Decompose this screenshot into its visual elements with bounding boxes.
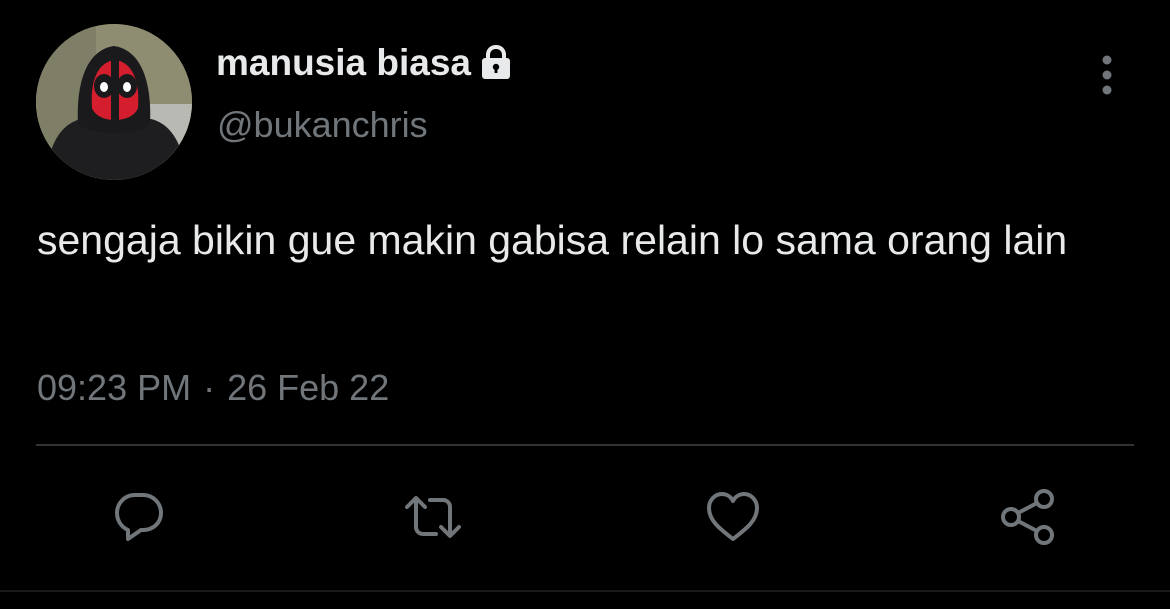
heart-icon	[707, 492, 759, 541]
more-vertical-icon	[1102, 55, 1112, 95]
like-button[interactable]	[702, 486, 764, 548]
share-icon	[1001, 489, 1054, 545]
tweet-detail: manusia biasa @bukanchris sengaja bikin …	[0, 0, 1170, 609]
reply-icon	[115, 493, 163, 541]
tweet-text: sengaja bikin gue makin gabisa relain lo…	[37, 217, 1068, 263]
tweet-date: 26 Feb 22	[227, 367, 390, 408]
retweet-button[interactable]	[402, 486, 464, 548]
divider	[36, 444, 1134, 446]
lock-icon	[477, 44, 515, 82]
tweet-time: 09:23 PM	[37, 367, 192, 408]
display-name[interactable]: manusia biasa	[216, 42, 515, 84]
retweet-icon	[405, 496, 461, 538]
user-handle[interactable]: @bukanchris	[217, 104, 428, 146]
bottom-divider	[0, 590, 1170, 592]
share-button[interactable]	[997, 486, 1059, 548]
avatar-image	[36, 24, 192, 180]
avatar[interactable]	[36, 24, 192, 180]
more-options-button[interactable]	[1090, 52, 1124, 98]
tweet-timestamp[interactable]: 09:23 PM · 26 Feb 22	[37, 366, 389, 410]
reply-button[interactable]	[108, 486, 170, 548]
display-name-text: manusia biasa	[216, 42, 472, 83]
meta-separator: ·	[203, 367, 216, 408]
